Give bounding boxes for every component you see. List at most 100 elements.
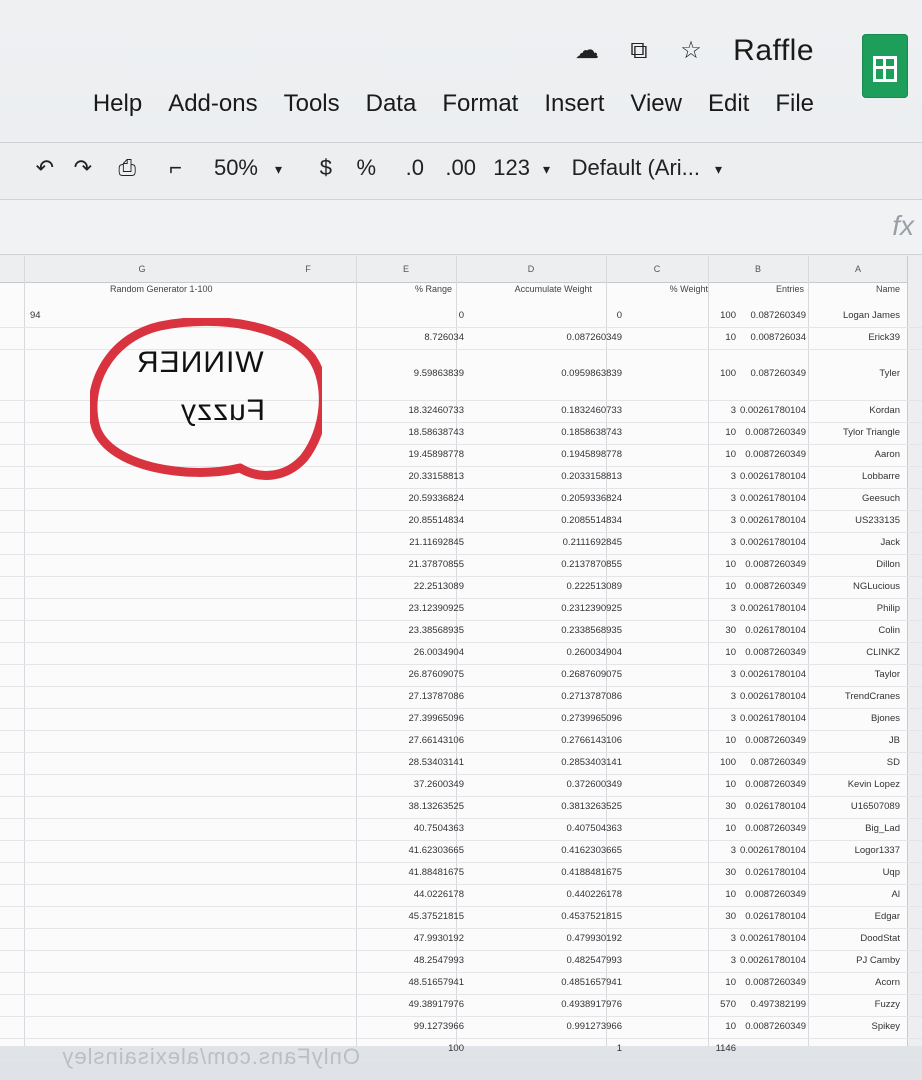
cell-range[interactable]: 27.39965096 [409,713,464,724]
cell-name[interactable]: Edgar [875,911,900,922]
star-icon[interactable]: ☆ [678,38,704,64]
cell-entries[interactable]: 30 [706,625,736,636]
cell-weight[interactable]: 0.00261780104 [740,493,806,504]
cell-name[interactable]: U16507089 [851,801,900,812]
cell-name[interactable]: SD [887,757,900,768]
cell-accumulate[interactable]: 0.407504363 [567,823,622,834]
cell-accumulate[interactable]: 0.440226178 [567,889,622,900]
zoom-select[interactable]: 50% [214,155,258,181]
menu-file[interactable]: File [775,90,814,118]
cell-range[interactable]: 100 [448,1043,464,1054]
cell-weight[interactable]: 0.0087260349 [745,1021,806,1032]
column-header-a[interactable]: A [808,256,909,283]
cell-weight[interactable]: 0.0261780104 [745,625,806,636]
cell-weight[interactable]: 0.087260349 [751,757,806,768]
cell-range[interactable]: 27.13787086 [409,691,464,702]
cell-entries[interactable]: 100 [706,368,736,379]
cell-name[interactable]: Lobbarre [862,471,900,482]
document-title[interactable]: Raffle [733,34,814,68]
cell-accumulate[interactable]: 0.2739965096 [561,713,622,724]
menu-format[interactable]: Format [442,90,518,118]
cell-name[interactable]: Bjones [871,713,900,724]
cell-accumulate[interactable]: 0.4162303665 [561,845,622,856]
cell-weight[interactable]: 0.087260349 [751,310,806,321]
cell-entries[interactable]: 30 [706,801,736,812]
cell-accumulate[interactable]: 0.1858638743 [561,427,622,438]
cell-weight[interactable]: 0.00261780104 [740,845,806,856]
cell-entries[interactable]: 3 [706,669,736,680]
cell-name[interactable]: Logor1337 [855,845,900,856]
cell-name[interactable]: Erick39 [868,332,900,343]
cell-weight[interactable]: 0.0087260349 [745,559,806,570]
cell-name[interactable]: Aaron [875,449,900,460]
cell-accumulate[interactable]: 0.2137870855 [561,559,622,570]
cell-range[interactable]: 41.88481675 [409,867,464,878]
cell-name[interactable]: Fuzzy [875,999,900,1010]
cell-range[interactable]: 44.0226178 [414,889,464,900]
column-header-g[interactable]: G [24,256,261,283]
cell-name[interactable]: Tyler [879,368,900,379]
menu-tools[interactable]: Tools [284,90,340,118]
cell-name[interactable]: Kevin Lopez [848,779,900,790]
cell-accumulate[interactable]: 0.482547993 [567,955,622,966]
cell-range[interactable]: 0 [459,310,464,321]
cell-accumulate[interactable]: 1 [617,1043,622,1054]
cell-accumulate[interactable]: 0.087260349 [567,332,622,343]
cell-accumulate[interactable]: 0.2766143106 [561,735,622,746]
column-header-e[interactable]: E [356,256,457,283]
cell-name[interactable]: Logan James [843,310,900,321]
decrease-decimal-button[interactable]: .0 [406,155,424,181]
cell-weight[interactable]: 0.00261780104 [740,471,806,482]
cell-weight[interactable]: 0.00261780104 [740,603,806,614]
cell-accumulate[interactable]: 0.260034904 [567,647,622,658]
cell-range[interactable]: 20.85514834 [409,515,464,526]
cell-weight[interactable]: 0.00261780104 [740,537,806,548]
font-dropdown-icon[interactable]: ▾ [715,161,722,178]
cell-range[interactable]: 38.13263525 [409,801,464,812]
cell-entries[interactable]: 3 [706,845,736,856]
cell-range[interactable]: 26.0034904 [414,647,464,658]
menu-insert[interactable]: Insert [544,90,604,118]
cell-range[interactable]: 27.66143106 [409,735,464,746]
cell-entries[interactable]: 3 [706,493,736,504]
font-select[interactable]: Default (Ari... [572,155,700,181]
cell-entries[interactable]: 3 [706,603,736,614]
cell-range[interactable]: 28.53403141 [409,757,464,768]
cell-entries[interactable]: 3 [706,405,736,416]
cell-range[interactable]: 19.45898778 [409,449,464,460]
cell-accumulate[interactable]: 0.2033158813 [561,471,622,482]
cell-accumulate[interactable]: 0.2687609075 [561,669,622,680]
cell-accumulate[interactable]: 0.372600349 [567,779,622,790]
cell-accumulate[interactable]: 0.4537521815 [561,911,622,922]
column-header-b[interactable]: B [708,256,809,283]
cell-name[interactable]: US233135 [855,515,900,526]
cell-accumulate[interactable]: 0 [617,310,622,321]
cell-entries[interactable]: 10 [706,1021,736,1032]
cell-entries[interactable]: 3 [706,933,736,944]
cell-range[interactable]: 23.12390925 [409,603,464,614]
cell-range[interactable]: 48.51657941 [409,977,464,988]
cell-weight[interactable]: 0.497382199 [751,999,806,1010]
cell-entries[interactable]: 10 [706,427,736,438]
number-format-button[interactable]: 123 [493,155,530,181]
cell-weight[interactable]: 0.0087260349 [745,823,806,834]
cell-accumulate[interactable]: 0.4938917976 [561,999,622,1010]
header-weight[interactable]: % Weight [670,284,708,294]
cell-weight[interactable]: 0.0261780104 [745,911,806,922]
cell-name[interactable]: Dillon [876,559,900,570]
cell-name[interactable]: Tylor Triangle [843,427,900,438]
cell-accumulate[interactable]: 0.2713787086 [561,691,622,702]
cell-accumulate[interactable]: 0.4851657941 [561,977,622,988]
cell-accumulate[interactable]: 0.2338568935 [561,625,622,636]
column-header-d[interactable]: D [456,256,607,283]
header-range[interactable]: % Range [415,284,452,294]
cell-name[interactable]: DoodStat [860,933,900,944]
cell-weight[interactable]: 0.0261780104 [745,801,806,812]
cell-random-value[interactable]: 94 [30,310,41,321]
cell-name[interactable]: Uqp [883,867,900,878]
increase-decimal-button[interactable]: .00 [445,155,476,181]
cell-accumulate[interactable]: 0.1832460733 [561,405,622,416]
cell-weight[interactable]: 0.0087260349 [745,427,806,438]
cell-name[interactable]: JB [889,735,900,746]
cell-name[interactable]: PJ Camby [856,955,900,966]
